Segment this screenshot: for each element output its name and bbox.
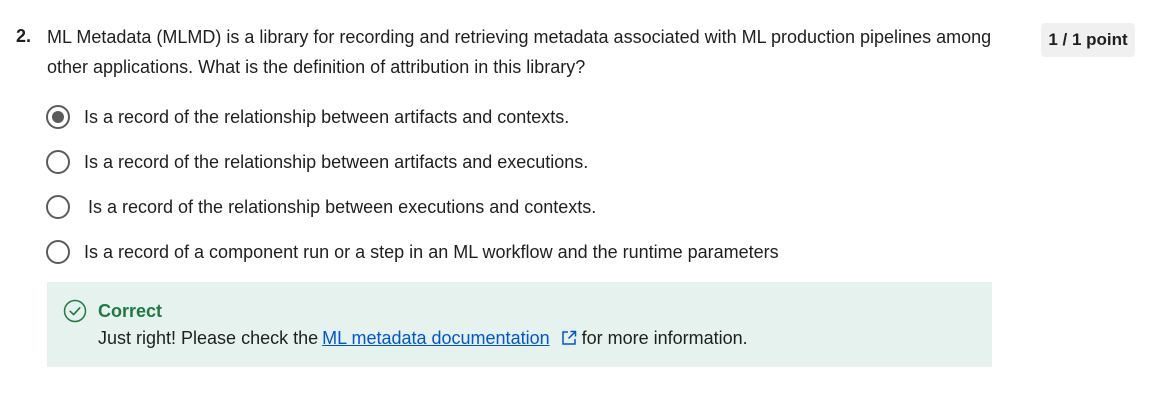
ml-metadata-documentation-link[interactable]: ML metadata documentation (322, 326, 549, 350)
feedback-body: Just right! Please check the ML metadata… (98, 326, 748, 350)
question-number: 2. (16, 26, 32, 46)
answer-option-3[interactable]: Is a record of the relationship between … (46, 194, 596, 220)
radio-selected-icon[interactable] (46, 105, 70, 129)
quiz-question: 2. ML Metadata (MLMD) is a library for r… (0, 0, 1166, 405)
answer-option-1[interactable]: Is a record of the relationship between … (46, 104, 569, 130)
external-link-icon[interactable] (560, 329, 578, 347)
radio-unselected-icon[interactable] (46, 240, 70, 264)
feedback-title: Correct (98, 301, 163, 321)
answer-option-label: Is a record of the relationship between … (84, 152, 589, 172)
feedback-panel: Correct Just right! Please check the ML … (47, 282, 992, 367)
points-badge: 1 / 1 point (1041, 23, 1135, 57)
feedback-text-suffix: for more information. (581, 328, 748, 348)
answer-option-label: Is a record of the relationship between … (84, 107, 570, 127)
answer-option-label: Is a record of a component run or a step… (84, 242, 779, 262)
answer-option-2[interactable]: Is a record of the relationship between … (46, 149, 588, 175)
answer-option-label: Is a record of the relationship between … (88, 197, 597, 217)
radio-unselected-icon[interactable] (46, 150, 70, 174)
question-text: ML Metadata (MLMD) is a library for reco… (47, 27, 992, 77)
answer-option-4[interactable]: Is a record of a component run or a step… (46, 239, 779, 265)
radio-unselected-icon[interactable] (46, 195, 70, 219)
feedback-text-prefix: Just right! Please check the (98, 328, 319, 348)
check-circle-icon (63, 299, 87, 323)
